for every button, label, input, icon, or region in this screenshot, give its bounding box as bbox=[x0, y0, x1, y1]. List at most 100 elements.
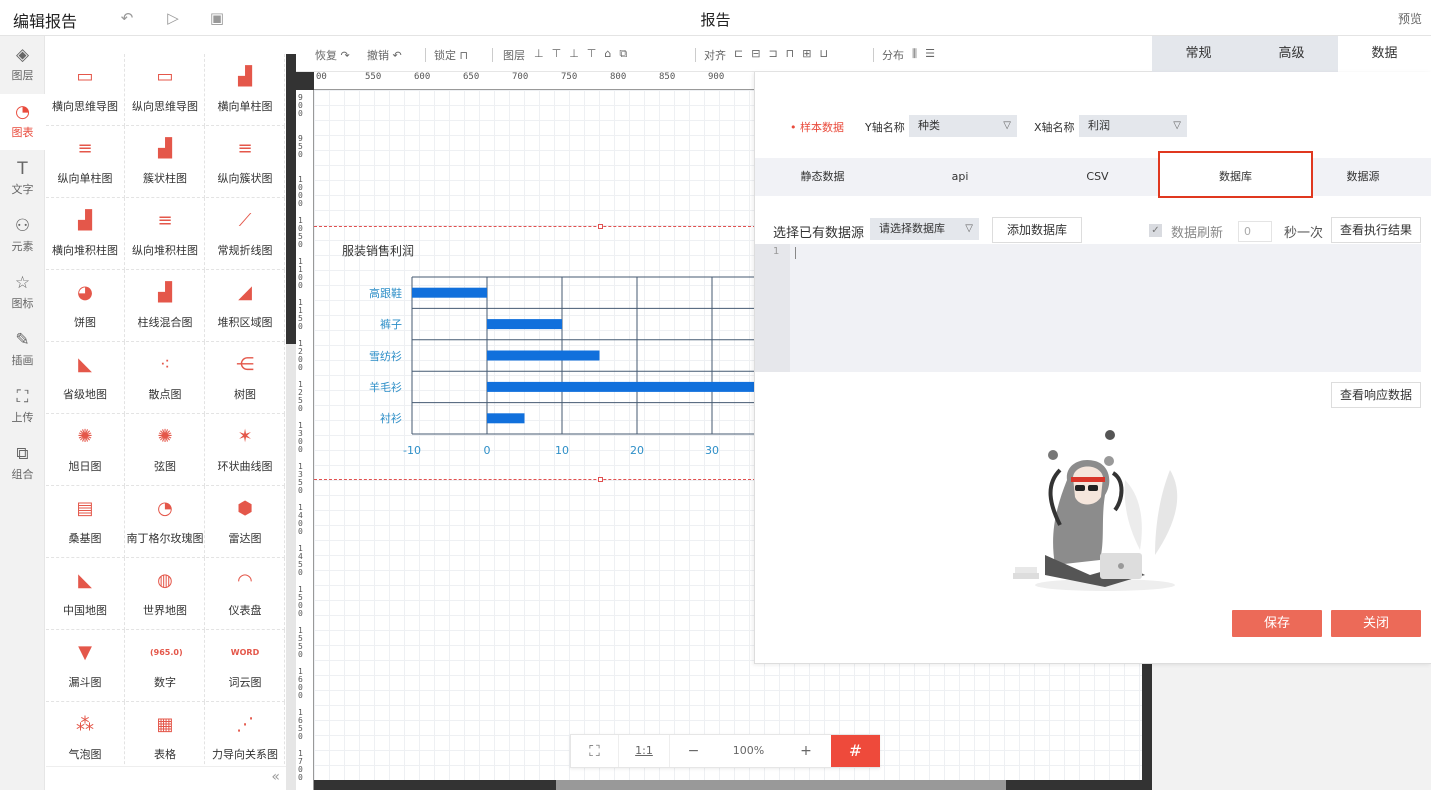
chart-type-icon: ▭ bbox=[156, 66, 174, 87]
tab-static-data[interactable]: 静态数据 bbox=[755, 158, 890, 196]
bar[interactable] bbox=[487, 413, 525, 424]
chart-type-item[interactable]: ▟ 横向单柱图 bbox=[206, 54, 285, 126]
chart-type-item[interactable]: ◣ 中国地图 bbox=[46, 558, 125, 630]
resize-handle-top[interactable] bbox=[598, 224, 603, 229]
tab-api[interactable]: api bbox=[890, 158, 1030, 196]
sidebar-item-0[interactable]: ◈ 图层 bbox=[0, 37, 45, 93]
layer-up-icon: ⊥ bbox=[534, 47, 552, 60]
resize-handle-bottom[interactable] bbox=[598, 477, 603, 482]
canvas-scrollbar-thumb[interactable] bbox=[556, 780, 1006, 790]
tab-database[interactable]: 数据库 bbox=[1158, 151, 1313, 198]
view-exec-result-button[interactable]: 查看执行结果 bbox=[1331, 217, 1421, 243]
chart-type-item[interactable]: ◕ 饼图 bbox=[46, 270, 125, 342]
close-button[interactable]: 关闭 bbox=[1331, 610, 1421, 637]
sidebar-item-5[interactable]: ✎ 插画 bbox=[0, 322, 45, 378]
distribute-tools[interactable]: ⫼☰ bbox=[912, 47, 943, 61]
database-select[interactable]: 请选择数据库 ▽ bbox=[870, 218, 979, 240]
save-button[interactable]: 保存 bbox=[1232, 610, 1322, 637]
chart-type-item[interactable]: ▤ 桑基图 bbox=[46, 486, 125, 558]
sidebar-item-2[interactable]: T 文字 bbox=[0, 151, 45, 207]
chart-type-item[interactable]: WORD 词云图 bbox=[206, 630, 285, 702]
chart-type-item[interactable]: ◍ 世界地图 bbox=[126, 558, 205, 630]
chart-type-item[interactable]: ⋲ 树图 bbox=[206, 342, 285, 414]
sidebar-item-1[interactable]: ◔ 图表 bbox=[0, 94, 45, 150]
layer-tools[interactable]: ⊥⊤⊥⊤⌂⧉ bbox=[534, 47, 635, 61]
chart-type-item[interactable]: ◢ 堆积区域图 bbox=[206, 270, 285, 342]
chart-type-item[interactable]: ⟋ 常规折线图 bbox=[206, 198, 285, 270]
undo-button[interactable]: 撤销 ↶ bbox=[367, 47, 402, 63]
chart-type-item[interactable]: ◠ 仪表盘 bbox=[206, 558, 285, 630]
chart-type-item[interactable]: ▟ 横向堆积柱图 bbox=[46, 198, 125, 270]
tab-csv[interactable]: CSV bbox=[1030, 158, 1165, 196]
chart-type-item[interactable]: ⬢ 雷达图 bbox=[206, 486, 285, 558]
zoom-out-button[interactable]: − bbox=[671, 735, 716, 767]
chart-type-item[interactable]: ▼ 漏斗图 bbox=[46, 630, 125, 702]
ruler-tick-label: 00 bbox=[316, 72, 327, 82]
ruler-tick-label: 1000 bbox=[298, 175, 303, 208]
bar[interactable] bbox=[487, 350, 600, 361]
bar-chart[interactable] bbox=[411, 276, 788, 435]
collapse-icon[interactable]: « bbox=[271, 769, 280, 785]
chart-type-item[interactable]: ▭ 横向思维导图 bbox=[46, 54, 125, 126]
zoom-in-button[interactable]: + bbox=[781, 735, 831, 767]
chart-type-item[interactable]: ⁖ 散点图 bbox=[126, 342, 205, 414]
sidebar-item-6[interactable]: ⛶ 上传 bbox=[0, 379, 45, 435]
grid-toggle-icon[interactable]: # bbox=[831, 735, 880, 767]
chart-type-item[interactable]: ✺ 弦图 bbox=[126, 414, 205, 486]
tab-advanced[interactable]: 高级 bbox=[1245, 36, 1338, 72]
chart-type-item[interactable]: ≡ 纵向簇状图 bbox=[206, 126, 285, 198]
chart-type-icon: ✶ bbox=[237, 426, 253, 447]
ruler-tick-label: 700 bbox=[512, 72, 529, 82]
redo-button[interactable]: 恢复 ↷ bbox=[315, 47, 350, 63]
y-axis-select[interactable]: 种类 ▽ bbox=[909, 115, 1017, 137]
add-database-button[interactable]: 添加数据库 bbox=[992, 217, 1082, 243]
palette-scrollbar-thumb[interactable] bbox=[286, 54, 296, 344]
chart-type-item[interactable]: ≡ 纵向单柱图 bbox=[46, 126, 125, 198]
sidebar-icon: ☆ bbox=[14, 273, 31, 293]
chevron-down-icon: ▽ bbox=[1003, 120, 1011, 131]
chart-type-label: 堆积区域图 bbox=[217, 316, 273, 329]
chart-type-label: 树图 bbox=[234, 388, 256, 401]
chart-type-item[interactable]: ▟ 柱线混合图 bbox=[126, 270, 205, 342]
sql-editor[interactable] bbox=[755, 244, 1421, 372]
chart-type-item[interactable]: (965.0) 数字 bbox=[126, 630, 205, 702]
refresh-interval-input[interactable]: 0 bbox=[1238, 221, 1272, 242]
align-tools[interactable]: ⊏⊟⊐⊓⊞⊔ bbox=[734, 47, 836, 60]
chart-type-item[interactable]: ✶ 环状曲线图 bbox=[206, 414, 285, 486]
tab-database-label: 数据库 bbox=[1219, 170, 1252, 183]
tab-data[interactable]: 数据 bbox=[1338, 36, 1431, 72]
refresh-checkbox[interactable]: ✓ bbox=[1149, 224, 1162, 237]
tab-general[interactable]: 常规 bbox=[1152, 36, 1245, 72]
preview-link[interactable]: 预览 bbox=[1398, 10, 1422, 27]
save-icon[interactable]: ▣ bbox=[208, 9, 226, 27]
tab-datasource[interactable]: 数据源 bbox=[1295, 158, 1431, 196]
fit-screen-icon[interactable]: ⛶ bbox=[571, 735, 618, 767]
chart-type-icon: ⁂ bbox=[76, 714, 94, 735]
sidebar-item-4[interactable]: ☆ 图标 bbox=[0, 265, 45, 321]
chart-type-item[interactable]: ▦ 表格 bbox=[126, 702, 205, 774]
back-icon[interactable]: ↶ bbox=[118, 9, 136, 27]
bar[interactable] bbox=[487, 319, 562, 330]
bar[interactable] bbox=[487, 381, 787, 392]
category-label: 雪纺衫 bbox=[369, 349, 402, 363]
chart-type-item[interactable]: ◔ 南丁格尔玫瑰图 bbox=[126, 486, 205, 558]
x-axis-select[interactable]: 利润 ▽ bbox=[1079, 115, 1187, 137]
chart-type-icon: ▼ bbox=[78, 642, 92, 663]
sidebar-icon: T bbox=[17, 159, 28, 179]
sidebar-item-3[interactable]: ⚇ 元素 bbox=[0, 208, 45, 264]
sidebar-item-7[interactable]: ⧉ 组合 bbox=[0, 436, 45, 492]
chart-type-item[interactable]: ⋰ 力导向关系图 bbox=[206, 702, 285, 774]
chart-type-item[interactable]: ▟ 簇状柱图 bbox=[126, 126, 205, 198]
chart-type-label: 横向堆积柱图 bbox=[52, 244, 118, 257]
lock-button[interactable]: 锁定 ⊓ bbox=[434, 47, 468, 63]
view-response-button[interactable]: 查看响应数据 bbox=[1331, 382, 1421, 408]
chart-type-item[interactable]: ▭ 纵向思维导图 bbox=[126, 54, 205, 126]
bar[interactable] bbox=[412, 287, 487, 298]
chart-type-item[interactable]: ⁂ 气泡图 bbox=[46, 702, 125, 774]
chart-type-item[interactable]: ≡ 纵向堆积柱图 bbox=[126, 198, 205, 270]
chart-type-item[interactable]: ◣ 省级地图 bbox=[46, 342, 125, 414]
play-icon[interactable]: ▷ bbox=[164, 9, 182, 27]
chart-type-icon: ◣ bbox=[78, 570, 92, 591]
one-to-one-button[interactable]: 1:1 bbox=[618, 735, 670, 767]
chart-type-item[interactable]: ✺ 旭日图 bbox=[46, 414, 125, 486]
